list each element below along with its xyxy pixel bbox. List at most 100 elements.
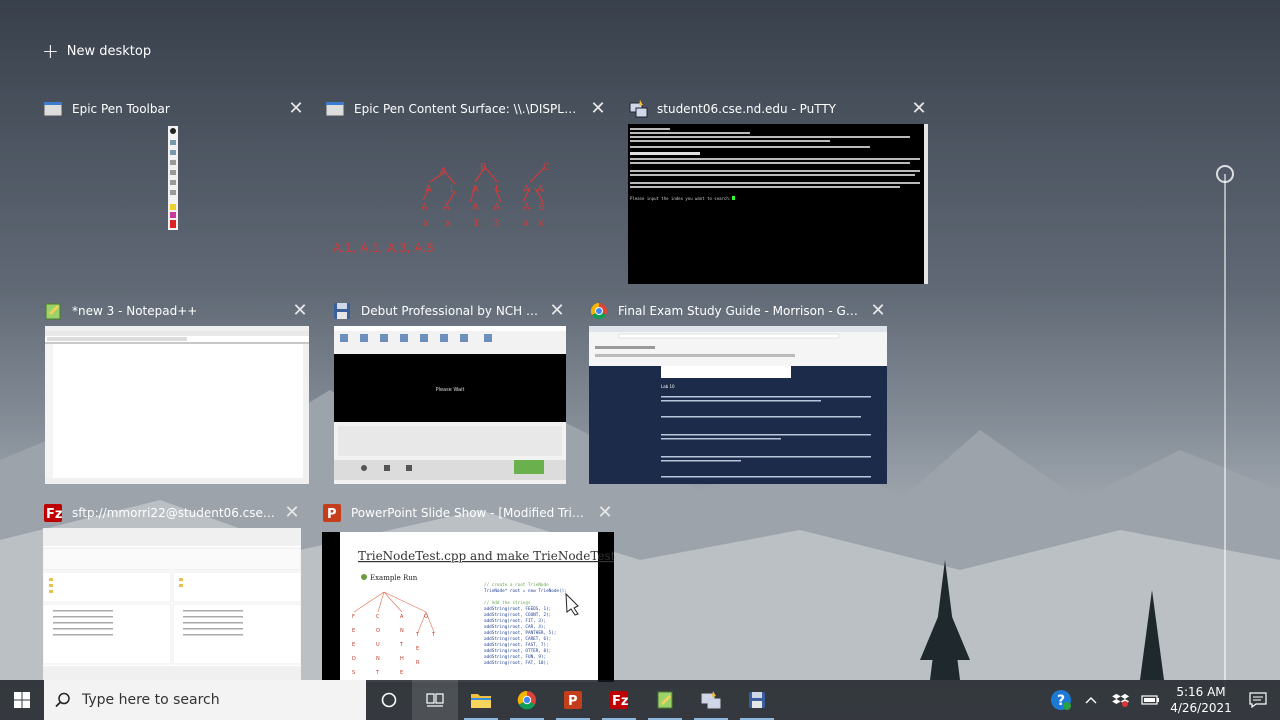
svg-text:addString(root, CAR, 4);: addString(root, CAR, 4); (484, 624, 546, 630)
epic-pen-icon (325, 99, 345, 119)
powerpoint-slide-thumbnail: TrieNodeTest.cpp and make TrieNodeTest E… (322, 532, 614, 682)
window-chrome-study-guide[interactable]: Final Exam Study Guide - Morrison - Goog… (589, 298, 887, 484)
svg-text:A: A (443, 202, 450, 213)
window-title: Epic Pen Toolbar (72, 102, 170, 116)
taskbar-filezilla[interactable]: Fz (596, 680, 642, 720)
epic-pen-drawing-thumbnail: ABC AL AL AA AA AA AB xx 13 xx A.1, A.1,… (325, 152, 607, 262)
taskbar-search-box[interactable]: Type here to search (44, 680, 366, 720)
notepad-plus-plus-icon (43, 301, 63, 321)
window-epic-pen-toolbar[interactable]: Epic Pen Toolbar ✕ (43, 96, 305, 286)
svg-text:addString(root, OTTER, 8);: addString(root, OTTER, 8); (484, 648, 551, 654)
taskbar-chrome[interactable] (504, 680, 550, 720)
filezilla-thumbnail (43, 528, 301, 682)
close-icon[interactable]: ✕ (910, 100, 928, 118)
close-icon[interactable]: ✕ (291, 302, 309, 320)
svg-text:1: 1 (473, 218, 479, 229)
search-icon (44, 692, 82, 708)
system-tray: ? 5:16 AM 4/26/2021 (1046, 680, 1280, 720)
folder-icon (471, 694, 491, 708)
svg-text:A: A (523, 202, 530, 213)
window-filezilla[interactable]: Fz sftp://mmorri22@student06.cse.nd.e...… (43, 500, 301, 682)
window-notepad-plus-plus[interactable]: *new 3 - Notepad++ ✕ (43, 298, 309, 484)
taskbar-powerpoint[interactable]: P (550, 680, 596, 720)
svg-text:B: B (538, 202, 545, 213)
powerpoint-icon: P (564, 691, 582, 709)
svg-text:N: N (400, 628, 404, 634)
svg-text:Fz: Fz (612, 694, 628, 709)
svg-text:D: D (352, 656, 356, 662)
svg-text:addString(root, FAT, 10);: addString(root, FAT, 10); (484, 660, 549, 666)
battery-icon[interactable] (1136, 680, 1166, 720)
taskbar-debut[interactable] (734, 680, 780, 720)
svg-text:C: C (543, 162, 550, 173)
taskbar: Type here to search P Fz ? 5:16 AM 4/26/… (0, 680, 1280, 720)
close-icon[interactable]: ✕ (283, 504, 301, 522)
window-title: PowerPoint Slide Show - [Modified Trie S… (351, 506, 588, 520)
search-placeholder: Type here to search (82, 692, 220, 708)
system-clock[interactable]: 5:16 AM 4/26/2021 (1166, 684, 1236, 716)
svg-text:addString(root, FIT, 3);: addString(root, FIT, 3); (484, 618, 546, 624)
chrome-icon (589, 301, 609, 321)
putty-prompt-text: Please input the index you want to searc… (630, 196, 731, 201)
svg-text:A: A (400, 614, 404, 620)
task-view-button[interactable] (412, 680, 458, 720)
taskbar-file-explorer[interactable] (458, 680, 504, 720)
slide-title: TrieNodeTest.cpp and make TrieNodeTest (358, 549, 614, 563)
window-title: sftp://mmorri22@student06.cse.nd.e... (72, 506, 275, 520)
svg-text:L: L (495, 184, 501, 195)
close-icon[interactable]: ✕ (589, 100, 607, 118)
notepad-plus-plus-thumbnail (45, 326, 309, 484)
close-icon[interactable]: ✕ (287, 100, 305, 118)
timeline-knob[interactable] (1216, 165, 1234, 183)
svg-text:E: E (400, 670, 403, 676)
close-icon[interactable]: ✕ (596, 504, 614, 522)
svg-text:B: B (480, 162, 487, 173)
cortana-button[interactable] (366, 680, 412, 720)
window-title: Epic Pen Content Surface: \\.\DISPLAY1 (354, 102, 581, 116)
svg-text:A: A (472, 184, 479, 195)
chrome-icon (517, 690, 536, 710)
help-icon[interactable]: ? (1046, 680, 1076, 720)
svg-text:x: x (423, 218, 429, 229)
window-putty[interactable]: student06.cse.nd.edu - PuTTY ✕ Please in… (628, 96, 928, 284)
epic-pen-icon (43, 99, 63, 119)
dropbox-icon[interactable] (1106, 680, 1136, 720)
svg-text:A: A (421, 202, 428, 213)
window-epic-pen-content-surface[interactable]: Epic Pen Content Surface: \\.\DISPLAY1 ✕… (325, 96, 607, 286)
svg-text:x: x (538, 218, 544, 229)
close-icon[interactable]: ✕ (869, 302, 887, 320)
svg-text:addString(root, FUN, 9);: addString(root, FUN, 9); (484, 654, 546, 660)
svg-text:E: E (352, 628, 355, 634)
svg-text:A: A (493, 202, 500, 213)
slide-bullet: Example Run (370, 574, 418, 582)
close-icon[interactable]: ✕ (548, 302, 566, 320)
taskbar-putty[interactable] (688, 680, 734, 720)
clock-date: 4/26/2021 (1170, 701, 1232, 715)
chrome-thumbnail: Lab 10 (589, 326, 887, 484)
svg-text:H: H (400, 656, 404, 662)
svg-text:A: A (472, 202, 479, 213)
action-center-button[interactable] (1236, 680, 1280, 720)
epic-pen-toolbar-thumbnail (168, 126, 178, 230)
svg-text:L: L (450, 184, 456, 195)
svg-text:O: O (376, 628, 380, 634)
svg-text:A: A (523, 184, 530, 195)
debut-icon (332, 301, 352, 321)
taskbar-notepad-plus-plus[interactable] (642, 680, 688, 720)
svg-text:S: S (352, 670, 355, 676)
chrome-lab-heading: Lab 10 (661, 384, 675, 389)
notification-icon (1249, 692, 1267, 708)
window-debut-professional[interactable]: Debut Professional by NCH Soft... ✕ Plea… (332, 298, 566, 484)
svg-text:addString(root, PANTHER, 5);: addString(root, PANTHER, 5); (484, 630, 556, 636)
new-desktop-button[interactable]: + New desktop (42, 40, 151, 62)
debut-thumbnail: Please Wait (334, 326, 566, 484)
timeline-track[interactable] (1224, 174, 1226, 700)
window-powerpoint-slideshow[interactable]: P PowerPoint Slide Show - [Modified Trie… (322, 500, 614, 682)
svg-text:F: F (352, 614, 355, 620)
start-button[interactable] (0, 680, 44, 720)
window-title: *new 3 - Notepad++ (72, 304, 198, 318)
chevron-up-icon[interactable] (1076, 680, 1106, 720)
svg-text:A: A (537, 184, 544, 195)
svg-text:// create a root TrieNode: // create a root TrieNode (484, 582, 549, 588)
svg-text:x: x (523, 218, 529, 229)
